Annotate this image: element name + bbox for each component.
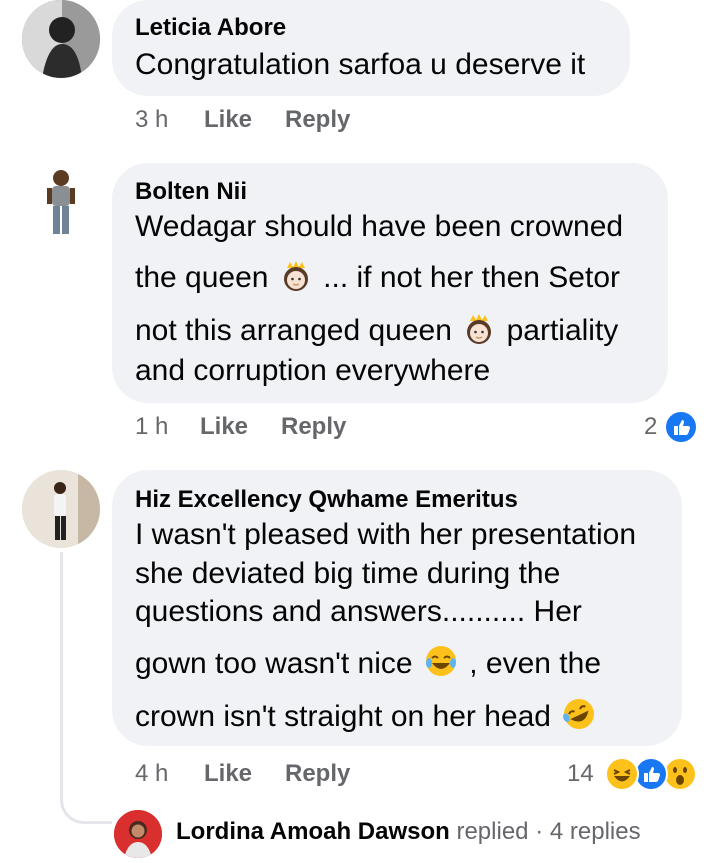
comment-text-fragment: partiality (506, 314, 619, 347)
comment-text-line: not this arranged queen partiality (135, 312, 618, 354)
comment-text-line: gown too wasn't nice , even the (135, 643, 601, 687)
reply-action: replied (456, 818, 529, 845)
princess-emoji-icon (462, 312, 496, 354)
reply-count[interactable]: 4 replies (550, 818, 641, 845)
like-button[interactable]: Like (204, 106, 252, 134)
like-button[interactable]: Like (204, 760, 252, 788)
reply-author[interactable]: Lordina Amoah Dawson (176, 818, 450, 845)
avatar-photo (22, 470, 100, 548)
avatar-photo (114, 810, 162, 858)
comment-time[interactable]: 3 h (135, 106, 168, 134)
comment-text-fragment: , even the (469, 647, 602, 680)
princess-emoji-icon (279, 259, 313, 301)
reply-thread-line (60, 552, 112, 824)
reply-button[interactable]: Reply (285, 106, 350, 134)
comment-author[interactable]: Bolten Nii (135, 178, 247, 206)
comment-text-line: the queen ... if not her then Setor (135, 259, 620, 301)
avatar[interactable] (22, 162, 100, 240)
like-icon[interactable] (664, 410, 698, 444)
view-replies-link[interactable]: Lordina Amoah Dawson replied · 4 replies (176, 818, 641, 846)
wow-icon[interactable] (663, 757, 697, 791)
reply-avatar[interactable] (114, 810, 162, 858)
avatar-figure (47, 170, 75, 234)
comment-author[interactable]: Leticia Abore (135, 14, 286, 42)
rolling-laughing-emoji-icon (561, 696, 597, 740)
comment-time[interactable]: 1 h (135, 413, 168, 441)
comment-text: she deviated big time during the (135, 557, 561, 590)
reaction-count[interactable]: 14 (567, 760, 594, 788)
comment-text: questions and answers.......... Her (135, 595, 582, 628)
reply-button[interactable]: Reply (285, 760, 350, 788)
avatar-photo (22, 0, 100, 78)
like-button[interactable]: Like (200, 413, 248, 441)
comment-text-fragment: crown isn't straight on her head (135, 700, 551, 733)
comment-text: Congratulation sarfoa u deserve it (135, 48, 586, 81)
comment-text: and corruption everywhere (135, 354, 491, 387)
avatar[interactable] (22, 470, 100, 548)
tears-of-joy-emoji-icon (423, 643, 459, 687)
comment-text: I wasn't pleased with her presentation (135, 518, 637, 551)
comment-text-fragment: ... if not her then Setor (323, 261, 620, 294)
comment-text-fragment: gown too wasn't nice (135, 647, 413, 680)
avatar[interactable] (22, 0, 100, 78)
comment-time[interactable]: 4 h (135, 760, 168, 788)
reaction-count[interactable]: 2 (644, 413, 657, 441)
comment-text-fragment: the queen (135, 261, 269, 294)
comment-text-line: crown isn't straight on her head (135, 696, 599, 740)
comment-author[interactable]: Hiz Excellency Qwhame Emeritus (135, 486, 518, 514)
like-icon[interactable] (634, 757, 668, 791)
haha-icon[interactable] (605, 757, 639, 791)
reply-button[interactable]: Reply (281, 413, 346, 441)
comment-text: Wedagar should have been crowned (135, 210, 624, 243)
comment-text-fragment: not this arranged queen (135, 314, 452, 347)
separator-dot: · (535, 818, 544, 845)
